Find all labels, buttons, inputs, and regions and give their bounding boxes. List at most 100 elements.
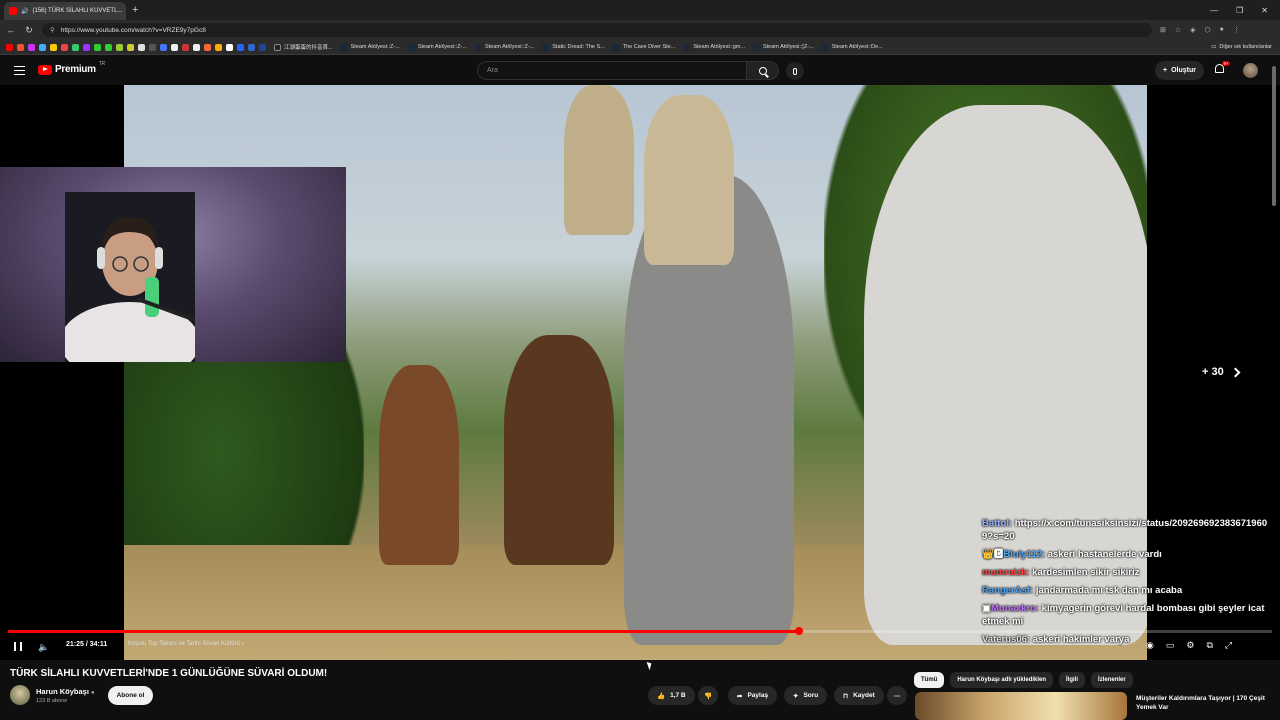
bookmark-favicon-icon[interactable]: [116, 43, 123, 51]
bookmark-favicon-icon[interactable]: [248, 43, 255, 51]
bookmark-favicon-icon[interactable]: [204, 43, 211, 51]
filter-tab-all[interactable]: Tümü: [914, 672, 945, 688]
bookmark-favicon-icon[interactable]: [138, 43, 145, 51]
search-icon: [758, 66, 767, 75]
bookmark-favicon-icon[interactable]: [28, 43, 35, 51]
chapter-title[interactable]: Koşulu Top Takımı ve Tarihi Süvari Kültü…: [128, 641, 244, 647]
hamburger-menu-icon[interactable]: [14, 66, 25, 75]
bookmark-favicon-icon[interactable]: [6, 43, 13, 51]
page-scrollbar[interactable]: [1271, 56, 1278, 660]
account-avatar[interactable]: [1243, 63, 1258, 78]
bookmark-favicon-icon[interactable]: [39, 43, 46, 51]
browser-tab-youtube[interactable]: 🔊 (156) TÜRK SİLAHLI KUVVETL... ✕: [4, 2, 126, 20]
bookmark-item[interactable]: Steam Atölyesi::gm...: [683, 43, 745, 51]
notifications-button[interactable]: 9+: [1215, 61, 1231, 76]
progress-bar[interactable]: [8, 627, 1272, 635]
bookmark-favicon-icon[interactable]: [72, 43, 79, 51]
bookmark-favicon-icon[interactable]: [105, 43, 112, 51]
chat-message: Vaterus06: askeri hakimler varya: [982, 633, 1278, 646]
chat-text: https://x.com/tunasiksinsizi/status/2092…: [982, 518, 1268, 542]
bookmark-favicon-icon[interactable]: [215, 43, 222, 51]
save-button[interactable]: ⊓ Kaydet: [834, 686, 884, 705]
bookmark-item[interactable]: Steam Atölyesi::Z-...: [475, 43, 534, 51]
progress-played: [8, 630, 800, 633]
chat-username: RangerAsf:: [982, 585, 1034, 596]
bookmark-favicon-icon[interactable]: [160, 43, 167, 51]
scrollbar-thumb[interactable]: [1272, 66, 1276, 206]
other-bookmarks-folder[interactable]: ▭ Diğer sık kullanılanlar: [1211, 44, 1280, 50]
bookmark-favicon-icon[interactable]: [94, 43, 101, 51]
close-window-icon[interactable]: ✕: [1261, 6, 1268, 15]
bookmark-favicon-icon[interactable]: [83, 43, 90, 51]
extension-icon[interactable]: ◈: [1190, 26, 1195, 34]
bookmark-favicon-icon[interactable]: [17, 43, 24, 51]
bookmark-item[interactable]: 江湖蛋蛋的抖音首...: [274, 43, 333, 51]
streamer-figure: [65, 192, 195, 362]
bookmark-favicon-icon[interactable]: [50, 43, 57, 51]
share-icon: ➦: [737, 692, 743, 700]
minimize-icon[interactable]: —: [1210, 6, 1218, 15]
reload-icon[interactable]: ↻: [24, 25, 34, 36]
bookmark-favicon-icon[interactable]: [237, 43, 244, 51]
chat-message: Battol: https://x.com/tunasiksinsizi/sta…: [982, 517, 1278, 543]
settings-gear-icon[interactable]: ⚙: [1186, 640, 1194, 651]
share-button[interactable]: ➦ Paylaş: [728, 686, 778, 705]
bookmark-favicon-icon[interactable]: [226, 43, 233, 51]
pause-button[interactable]: [14, 642, 22, 651]
tab-title: (156) TÜRK SİLAHLI KUVVETL...: [32, 8, 123, 14]
subtitles-icon[interactable]: ▭: [1166, 640, 1175, 651]
subscribe-button[interactable]: Abone ol: [108, 686, 153, 705]
mouse-cursor-icon: [646, 660, 654, 671]
recommended-video-thumbnail[interactable]: [915, 692, 1127, 720]
install-icon[interactable]: ⊞: [1160, 26, 1166, 34]
player-controls-right: ◉ ▭ ⚙ ⧉ ⤢: [1146, 640, 1232, 651]
bookmark-favicon-icon[interactable]: [193, 43, 200, 51]
bookmark-favicon-icon[interactable]: [127, 43, 134, 51]
like-button[interactable]: 👍 1,7 B: [648, 686, 695, 705]
bookmark-item[interactable]: The Cave Diver Ste...: [612, 43, 675, 51]
profile-icon[interactable]: ●: [1220, 26, 1224, 34]
dislike-button[interactable]: 👎: [698, 686, 718, 705]
bookmark-item[interactable]: Static Dread: The S...: [542, 43, 605, 51]
skip-forward-30-button[interactable]: + 30: [1202, 366, 1241, 378]
ask-button[interactable]: ✦ Soru: [784, 686, 828, 705]
url-field[interactable]: ⚲ https://www.youtube.com/watch?v=VRZE9y…: [42, 23, 1152, 37]
channel-avatar[interactable]: [10, 685, 30, 705]
bookmark-icon: ⊓: [843, 692, 849, 700]
search-input[interactable]: Ara: [477, 61, 747, 80]
puzzle-icon[interactable]: ⬡: [1205, 26, 1211, 34]
restore-icon[interactable]: ❐: [1236, 6, 1243, 15]
miniplayer-icon[interactable]: ⧉: [1206, 640, 1212, 651]
new-tab-button[interactable]: +: [132, 4, 138, 16]
filter-tab-watched[interactable]: İzlenenler: [1091, 672, 1133, 688]
more-menu-icon[interactable]: ⋮: [1233, 26, 1240, 34]
bookmark-favicon-icon[interactable]: [149, 43, 156, 51]
more-actions-button[interactable]: ⋯: [887, 686, 907, 705]
bookmark-item[interactable]: Steam Atölyesi::Z-...: [340, 43, 400, 51]
filter-tab-related[interactable]: İlgili: [1059, 672, 1086, 688]
autoplay-icon[interactable]: ◉: [1146, 640, 1154, 651]
back-icon[interactable]: ←: [6, 25, 16, 35]
bookmark-favicon-icon[interactable]: [171, 43, 178, 51]
volume-icon[interactable]: 🔈: [38, 642, 49, 653]
bookmark-favicon-icon[interactable]: [182, 43, 189, 51]
bookmark-star-icon[interactable]: ☆: [1175, 26, 1181, 34]
bookmark-favicon-icon[interactable]: [61, 43, 68, 51]
search-button[interactable]: [747, 61, 779, 80]
video-player[interactable]: + 30 Battol: https://x.com/tunasiksinsiz…: [0, 85, 1280, 660]
bookmark-item[interactable]: Steam Atölyesi::Z-...: [407, 43, 467, 51]
site-info-icon[interactable]: ⚲: [50, 26, 55, 34]
bookmark-item[interactable]: Steam Atölyesi::[Z-...: [752, 43, 814, 51]
voice-search-button[interactable]: [786, 62, 804, 80]
filter-tab-channel[interactable]: Harun Köybaşı adlı yüklediklen: [950, 672, 1054, 688]
verified-icon: ●: [91, 690, 95, 696]
channel-name[interactable]: Harun Köybaşı ●: [36, 687, 95, 696]
bookmark-item[interactable]: Steam Atölyesi::De...: [821, 43, 883, 51]
recommended-video-title[interactable]: Müşteriler Kaldırımlara Taşıyor | 170 Çe…: [1136, 694, 1276, 712]
create-button[interactable]: + Oluştur: [1155, 61, 1204, 80]
youtube-premium-logo[interactable]: Premium TR: [38, 61, 105, 75]
bookmark-favicon-icon[interactable]: [259, 43, 266, 51]
fullscreen-icon[interactable]: ⤢: [1225, 640, 1232, 651]
recommendation-filter-tabs: Tümü Harun Köybaşı adlı yüklediklen İlgi…: [914, 672, 1133, 688]
window-controls: — ❐ ✕: [1210, 6, 1280, 15]
